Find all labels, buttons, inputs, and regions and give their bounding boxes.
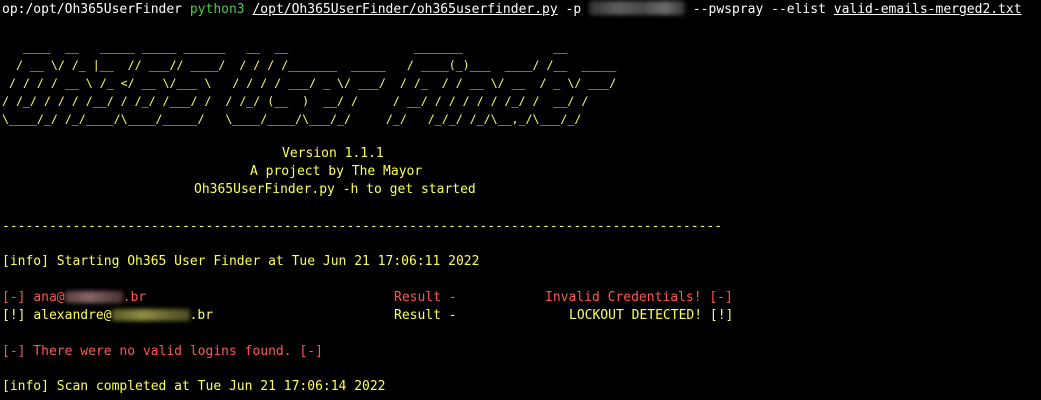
redacted-domain — [64, 291, 123, 303]
result-label-2: Result - — [394, 308, 457, 323]
result-status-1: Invalid Credentials! [-] — [545, 290, 733, 305]
scan-completed: [info] Scan completed at Tue Jun 21 17:0… — [2, 379, 386, 394]
result-domain-tail: .br — [189, 308, 214, 323]
prompt-prefix: op:/opt/Oh365UserFinder — [2, 2, 183, 17]
result-user: ana@ — [33, 290, 65, 305]
flag-p: -p — [565, 2, 582, 17]
script-path: /opt/Oh365UserFinder/oh365userfinder.py — [252, 2, 558, 17]
result-domain-tail: .br — [122, 290, 147, 305]
result-status-2: LOCKOUT DETECTED! [!] — [569, 308, 734, 323]
usage-text: Oh365UserFinder.py -h to get started — [194, 182, 476, 197]
interpreter: python3 — [189, 2, 245, 17]
author-text: A project by The Mayor — [250, 164, 423, 179]
ascii-banner: ____ __ _____ _____ ______ __ __ _______… — [2, 40, 617, 126]
separator-line: ----------------------------------------… — [2, 219, 722, 234]
redacted-password — [589, 1, 686, 15]
version-text: Version 1.1.1 — [282, 146, 384, 161]
command-line: op:/opt/Oh365UserFinder python3 /opt/Oh3… — [2, 1, 1022, 19]
result-prefix: [!] — [2, 308, 26, 323]
redacted-domain — [111, 309, 190, 321]
start-info: [info] Starting Oh365 User Finder at Tue… — [2, 254, 480, 269]
flag-pwspray: --pwspray --elist — [692, 2, 826, 17]
email-list-path: valid-emails-merged2.txt — [833, 2, 1022, 17]
no-valid-logins: [-] There were no valid logins found. [-… — [2, 344, 323, 359]
result-prefix: [-] — [2, 290, 26, 305]
result-label-1: Result - — [394, 290, 457, 305]
result-row-2: [!] alexandre@ .br — [2, 307, 213, 325]
result-user: alexandre@ — [33, 308, 112, 323]
result-row-1: [-] ana@ .br — [2, 289, 146, 307]
